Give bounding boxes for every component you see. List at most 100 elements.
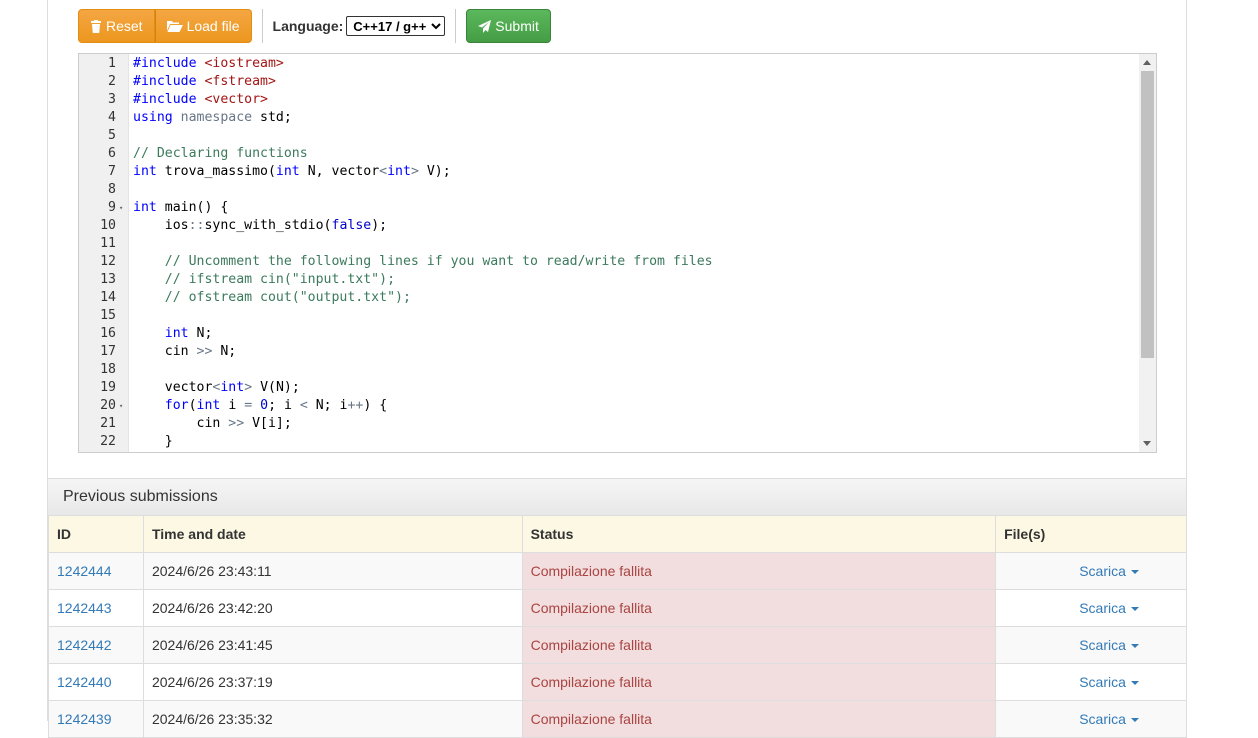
code-line[interactable]: 5 (79, 127, 1139, 145)
code-token: ); (371, 218, 388, 233)
code-token: cin (133, 416, 229, 431)
scroll-down-arrow-icon[interactable] (1143, 441, 1151, 446)
line-number: 9 (108, 200, 116, 215)
table-row: 1242439 2024/6/26 23:35:32 Compilazione fa… (48, 700, 1187, 738)
code-text: // ofstream cout("output.txt"); (133, 289, 411, 307)
scroll-up-arrow-icon[interactable] (1143, 60, 1151, 65)
submission-time-cell: 2024/6/26 23:37:19 (142, 663, 523, 701)
code-line[interactable]: 4 using namespace std; (79, 109, 1139, 127)
download-dropdown[interactable]: Scarica (1043, 600, 1139, 616)
code-token: >> (228, 416, 245, 431)
line-number: 5 (108, 128, 116, 143)
code-text: cin >> N; (133, 343, 237, 361)
code-token: V); (418, 164, 451, 179)
toolbar-divider (455, 9, 457, 43)
code-line[interactable]: 17 cin >> N; (79, 343, 1139, 361)
code-line[interactable]: 6 // Declaring functions (79, 145, 1139, 163)
code-text: // Declaring functions (133, 145, 308, 163)
code-token: 0 (260, 398, 269, 413)
code-line[interactable]: 9 ▾ int main() { (79, 199, 1139, 217)
editor-scrollbar[interactable] (1139, 54, 1156, 452)
code-line[interactable]: 21 cin >> V[i]; (79, 415, 1139, 433)
submission-status-cell: Compilazione fallita (521, 700, 997, 738)
submissions-table-body: 1242444 2024/6/26 23:43:11 Compilazione fa… (48, 552, 1187, 738)
language-select[interactable]: C++17 / g++ (346, 16, 446, 36)
code-token: i (220, 398, 245, 413)
line-number: 6 (108, 146, 116, 161)
submission-files-cell: Scarica (995, 700, 1187, 738)
scrollbar-thumb[interactable] (1141, 71, 1154, 358)
code-token: trova_massimo( (156, 164, 276, 179)
code-line[interactable]: 16 int N; (79, 325, 1139, 343)
code-token: N; i (307, 398, 348, 413)
code-token: V[i]; (244, 416, 292, 431)
code-line[interactable]: 8 (79, 181, 1139, 199)
code-line[interactable]: 19 vector<int> V(N); (79, 379, 1139, 397)
main-panel: Reset Load file Language: C++17 / g++ Su… (47, 0, 1187, 738)
code-token: < (379, 164, 388, 179)
submission-id-link[interactable]: 1242440 (57, 674, 112, 690)
line-number: 11 (100, 236, 116, 251)
code-line[interactable]: 11 (79, 235, 1139, 253)
code-token: cin (133, 344, 197, 359)
code-line[interactable]: 13 // ifstream cin("input.txt"); (79, 271, 1139, 289)
code-text: // Uncomment the following lines if you … (133, 253, 713, 271)
code-token: // Declaring functions (133, 146, 308, 161)
code-token: = (244, 398, 253, 413)
code-text: #include <iostream> (133, 55, 284, 73)
code-token: N, vector (299, 164, 380, 179)
code-token: V(N); (252, 380, 300, 395)
code-token: N; (188, 326, 213, 341)
download-dropdown-label: Scarica (1079, 563, 1126, 579)
code-token: namespace (180, 110, 261, 125)
submission-id-link[interactable]: 1242439 (57, 711, 112, 727)
code-line[interactable]: 12 // Uncomment the following lines if y… (79, 253, 1139, 271)
load-file-button[interactable]: Load file (154, 9, 252, 43)
code-token: false (331, 218, 372, 233)
code-line[interactable]: 10 ios::sync_with_stdio(false); (79, 217, 1139, 235)
line-number: 3 (108, 92, 116, 107)
submission-id-link[interactable]: 1242442 (57, 637, 112, 653)
submit-button[interactable]: Submit (466, 9, 551, 43)
submission-id-link[interactable]: 1242443 (57, 600, 112, 616)
download-dropdown[interactable]: Scarica (1043, 637, 1139, 653)
code-line[interactable]: 14 // ofstream cout("output.txt"); (79, 289, 1139, 307)
code-token: int (196, 398, 221, 413)
code-line[interactable]: 15 (79, 307, 1139, 325)
line-number: 18 (100, 362, 116, 377)
download-dropdown[interactable]: Scarica (1043, 711, 1139, 727)
code-token: int (387, 164, 411, 179)
fold-arrow-icon[interactable]: ▾ (119, 199, 123, 217)
fold-arrow-icon[interactable]: ▾ (119, 397, 123, 415)
load-file-button-label: Load file (186, 18, 240, 34)
submission-status-cell: Compilazione fallita (521, 663, 997, 701)
submit-button-label: Submit (495, 18, 539, 34)
code-token: std; (260, 110, 292, 125)
code-editor[interactable]: 1 #include <iostream> 2 #include <fstream> 3… (78, 53, 1157, 453)
code-line[interactable]: 2 #include <fstream> (79, 73, 1139, 91)
code-token: for (164, 398, 189, 413)
download-dropdown[interactable]: Scarica (1043, 674, 1139, 690)
code-text: ios::sync_with_stdio(false); (133, 217, 387, 235)
code-line[interactable]: 20 ▾ for(int i = 0; i < N; i++) { (79, 397, 1139, 415)
code-line[interactable]: 7 int trova_massimo(int N, vector<int> V)… (79, 163, 1139, 181)
submission-id-link[interactable]: 1242444 (57, 563, 112, 579)
reset-button[interactable]: Reset (78, 9, 155, 43)
table-row: 1242443 2024/6/26 23:42:20 Compilazione fa… (48, 589, 1187, 627)
download-dropdown-label: Scarica (1079, 600, 1126, 616)
language-label: Language: (272, 18, 344, 34)
download-dropdown[interactable]: Scarica (1043, 563, 1139, 579)
line-number: 10 (100, 218, 116, 233)
code-line[interactable]: 3 #include <vector> (79, 91, 1139, 109)
submission-files-cell: Scarica (995, 552, 1187, 590)
code-line[interactable]: 22 } (79, 433, 1139, 451)
caret-down-icon (1130, 681, 1139, 686)
submission-files-cell: Scarica (995, 589, 1187, 627)
code-area[interactable]: 1 #include <iostream> 2 #include <fstream> 3… (79, 55, 1139, 451)
code-token: main() { (156, 200, 229, 215)
code-token: int (164, 326, 189, 341)
code-line[interactable]: 18 (79, 361, 1139, 379)
code-line[interactable]: 1 #include <iostream> (79, 55, 1139, 73)
